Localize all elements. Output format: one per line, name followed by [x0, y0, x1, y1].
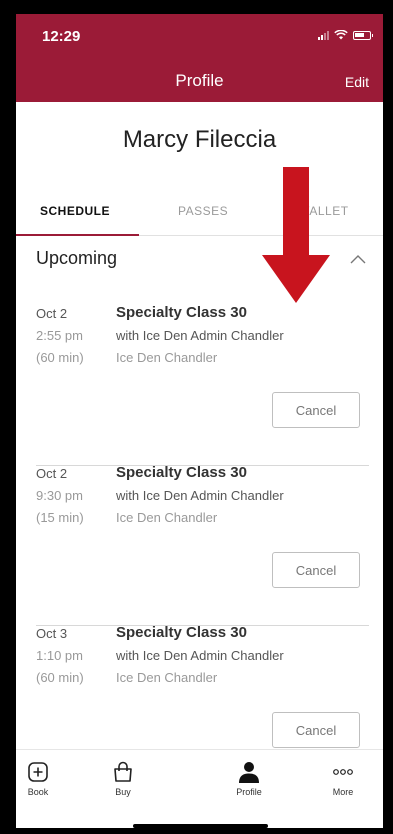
section-title-upcoming: Upcoming: [36, 248, 118, 268]
booking-instructor: with Ice Den Admin Chandler: [116, 648, 284, 663]
down-arrow-annotation-icon: [262, 167, 330, 303]
status-time: 12:29: [42, 28, 81, 45]
booking-item: Oct 2 9:30 pm (15 min) Specialty Class 3…: [36, 464, 369, 626]
booking-duration: (60 min): [36, 670, 84, 685]
signal-icon: [318, 30, 329, 40]
nav-profile[interactable]: Profile: [219, 760, 279, 797]
wifi-icon: [334, 30, 348, 40]
plus-square-icon: [28, 762, 48, 782]
booking-time: 9:30 pm: [36, 488, 83, 503]
page-title: Profile: [175, 71, 224, 90]
nav-label: More: [332, 787, 354, 797]
booking-instructor: with Ice Den Admin Chandler: [116, 488, 284, 503]
booking-item: Oct 2 2:55 pm (60 min) Specialty Class 3…: [36, 304, 369, 466]
nav-label: Profile: [236, 787, 262, 797]
nav-label: Buy: [115, 787, 131, 797]
phone-screen: 12:29 Profile Edit Marcy Fileccia SCHEDU…: [16, 14, 383, 828]
booking-title[interactable]: Specialty Class 30: [116, 464, 247, 481]
shopping-bag-icon: [114, 761, 132, 782]
cancel-button[interactable]: Cancel: [272, 552, 360, 588]
booking-time: 2:55 pm: [36, 328, 83, 343]
cancel-button[interactable]: Cancel: [272, 712, 360, 748]
tab-schedule[interactable]: SCHEDULE: [40, 204, 110, 218]
booking-title[interactable]: Specialty Class 30: [116, 304, 247, 321]
booking-duration: (15 min): [36, 510, 84, 525]
booking-time: 1:10 pm: [36, 648, 83, 663]
booking-title[interactable]: Specialty Class 30: [116, 624, 247, 641]
edit-button[interactable]: Edit: [345, 74, 369, 90]
tab-passes[interactable]: PASSES: [178, 204, 228, 218]
home-indicator: [133, 824, 268, 828]
nav-more[interactable]: More: [313, 760, 373, 797]
app-header: 12:29 Profile Edit: [16, 14, 383, 102]
booking-date: Oct 2: [36, 306, 68, 321]
booking-location: Ice Den Chandler: [116, 670, 218, 685]
chevron-up-icon[interactable]: [350, 254, 366, 264]
booking-date: Oct 3: [36, 626, 68, 641]
booking-location: Ice Den Chandler: [116, 510, 218, 525]
more-dots-icon: [333, 769, 353, 775]
battery-icon: [353, 30, 373, 40]
nav-buy[interactable]: Buy: [93, 760, 153, 797]
person-icon: [239, 762, 259, 783]
active-tab-indicator: [16, 234, 139, 236]
booking-instructor: with Ice Den Admin Chandler: [116, 328, 284, 343]
booking-date: Oct 2: [36, 466, 68, 481]
bottom-nav: Book Buy Profile More: [16, 749, 383, 828]
cancel-button[interactable]: Cancel: [272, 392, 360, 428]
nav-book[interactable]: Book: [16, 760, 68, 797]
user-name: Marcy Fileccia: [122, 126, 277, 153]
booking-location: Ice Den Chandler: [116, 350, 218, 365]
booking-duration: (60 min): [36, 350, 84, 365]
nav-label: Book: [27, 787, 49, 797]
status-icons: [318, 30, 373, 40]
